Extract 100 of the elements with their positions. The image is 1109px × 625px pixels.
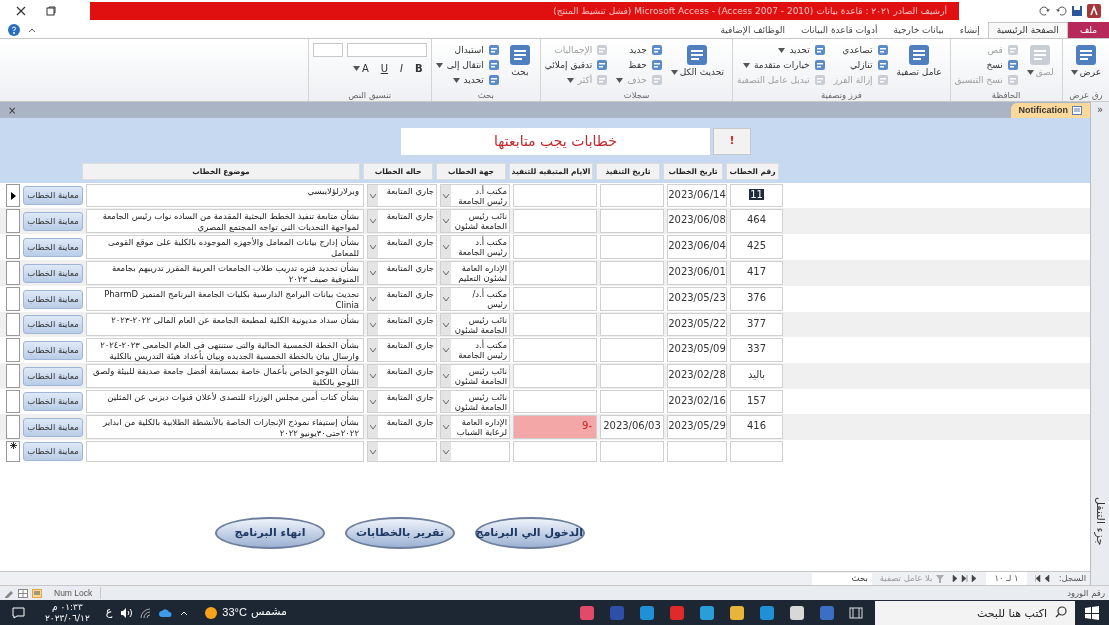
language-indicator[interactable]: ع [105,604,113,621]
format-button[interactable]: A [348,61,373,76]
view-letter-button[interactable]: معاينة الخطاب [23,289,83,309]
combo-box[interactable]: نائب رئيس الجامعة لشئون [440,209,510,233]
undo-icon[interactable] [1055,5,1067,17]
taskbar-app-icon[interactable] [789,604,805,621]
combo-box[interactable]: جاري المتابعة [367,338,437,362]
combo-box[interactable]: جاري المتابعة [367,390,437,413]
restore-icon[interactable] [46,6,56,16]
table-cell: بشأن إدارج بيانات المعامل والأجهزه الموجوده بالكلية على موقع القومى للمعامل [86,235,364,259]
record-position-field[interactable]: ١ لـ ١٠ [986,572,1027,585]
ribbon-button[interactable]: جديد [616,43,663,57]
combo-box[interactable]: جاري المتابعة [367,364,437,388]
ribbon-button[interactable]: عامل تصفية [892,43,946,78]
view-letter-button[interactable]: معاينة الخطاب [23,315,83,334]
redo-icon[interactable] [1039,5,1051,17]
view-letter-button[interactable]: معاينة الخطاب [23,211,83,231]
document-tab[interactable]: Notification [1010,103,1090,118]
first-record-icon[interactable] [1034,575,1051,582]
ribbon-button[interactable]: تدقيق إملائي [544,58,609,72]
ribbon-button[interactable]: استبدال [435,43,500,57]
pane-toggle[interactable]: « [1096,102,1104,118]
ribbon-button[interactable]: عرض [1066,43,1105,78]
view-letter-button[interactable]: معاينة الخطاب [23,392,83,411]
action-button[interactable]: الدخول الي البرنامج [475,517,585,549]
ribbon-button[interactable]: تحديث الكل [666,43,729,78]
ribbon-button[interactable]: تنازلي [833,58,889,72]
ribbon-tab[interactable]: الوظائف الإضافية [712,22,793,38]
ribbon-button[interactable]: بحث [503,43,536,78]
clock-date[interactable]: ٢٠٢٣/٠٦/١٢ [45,612,90,624]
ribbon-group-label: سجلات [622,89,651,101]
ribbon-group-label: بحث [476,89,495,101]
tray-chevron-icon[interactable] [180,609,189,616]
taskbar-app-icon[interactable] [699,604,715,621]
start-icon[interactable] [1085,605,1099,620]
combo-box[interactable]: مكتب أ.د/ رئيس [440,287,510,311]
collapse-ribbon-icon[interactable] [28,27,36,33]
format-button[interactable]: B [411,61,427,76]
format-button[interactable]: I [396,61,408,76]
close-button[interactable]: × [0,103,25,118]
view-letter-button[interactable]: معاينة الخطاب [23,417,83,437]
ribbon-tab[interactable]: ملف [1067,22,1109,38]
ribbon-tab[interactable]: أدوات قاعدة البيانات [792,22,886,38]
wifi-icon[interactable] [140,607,152,618]
clock-time[interactable]: ٠١:٣٣ م [51,601,83,613]
search-field[interactable]: بحث [811,572,872,585]
record-selector[interactable] [6,441,20,462]
combo-box[interactable]: جاري المتابعة [367,209,437,233]
view-letter-button[interactable]: معاينة الخطاب [23,442,83,461]
taskbar-search-field[interactable]: اكتب هنا للبحث [875,601,1075,625]
view-letter-button[interactable]: معاينة الخطاب [23,186,83,205]
close-icon[interactable] [16,6,26,16]
alert-button[interactable]: ! [713,128,751,155]
combo-box[interactable]: الإداره العامة لرعاية الشباب [440,415,510,439]
taskbar-app-icon[interactable] [729,604,745,621]
ribbon-button[interactable]: نسخ [954,58,1019,72]
combo-box[interactable]: نائب رئيس الجامعة لشئون [440,364,510,388]
pane-label[interactable]: جزء التنقل [1091,496,1109,545]
ribbon-button[interactable]: حفظ [616,58,663,72]
view-letter-button[interactable]: معاينة الخطاب [23,263,83,283]
combo-box[interactable]: نائب رئيس الجامعة لشئون [440,390,510,413]
task-view-icon[interactable] [849,605,863,620]
tool-icon [507,43,532,67]
combo-box[interactable]: جاري المتابعة [367,184,437,207]
help-icon[interactable] [8,24,20,36]
last-record-icon[interactable] [952,575,979,582]
combo-box[interactable]: جاري المتابعة [367,313,437,336]
combo-box[interactable]: مكتب أ.د رئيس الجامعة [440,338,510,362]
ribbon-button[interactable]: تحديد [435,73,500,87]
ribbon-tab[interactable]: بيانات خارجية [885,22,952,38]
ribbon-button[interactable]: تحديد [737,43,826,57]
ribbon-tab[interactable]: الصفحة الرئيسية [987,22,1068,38]
action-button[interactable]: انهاء البرنامج [215,517,325,549]
save-icon[interactable] [1071,5,1083,17]
view-letter-button[interactable]: معاينة الخطاب [23,340,83,360]
ribbon-button[interactable]: خيارات متقدمة [737,58,826,72]
combo-box[interactable]: جاري المتابعة [367,261,437,285]
ribbon-tab[interactable]: إنشاء [951,22,988,38]
notifications-icon[interactable] [12,606,25,619]
pencil-icon[interactable] [4,588,14,598]
ribbon-button[interactable]: تصاعدي [833,43,889,57]
taskbar-app-icon[interactable] [759,604,775,621]
combo-box[interactable]: نائب رئيس الجامعة لشئون [440,313,510,336]
combo-box[interactable]: مكتب أ.د رئيس الجامعة [440,184,510,207]
record-selector[interactable] [6,184,20,207]
combo-box[interactable]: جاري المتابعة [367,235,437,259]
form-view-icon[interactable] [32,588,42,598]
datasheet-view-icon[interactable] [18,588,28,598]
view-letter-button[interactable]: معاينة الخطاب [23,237,83,257]
action-button[interactable]: تقرير بالخطابات [345,517,455,549]
combo-box[interactable]: الإداره العامة لشئون التعليم [440,261,510,285]
view-letter-button[interactable]: معاينة الخطاب [23,366,83,386]
combo-box[interactable]: مكتب أ.د رئيس الجامعة [440,235,510,259]
cloud-icon[interactable] [159,608,173,617]
format-button[interactable]: U [376,61,393,76]
taskbar-app-icon[interactable] [639,604,655,621]
speaker-icon[interactable] [120,607,133,618]
combo-box[interactable]: جاري المتابعة [367,287,437,311]
combo-box[interactable]: جاري المتابعة [367,415,437,439]
ribbon-button[interactable]: انتقال إلى [435,58,500,72]
